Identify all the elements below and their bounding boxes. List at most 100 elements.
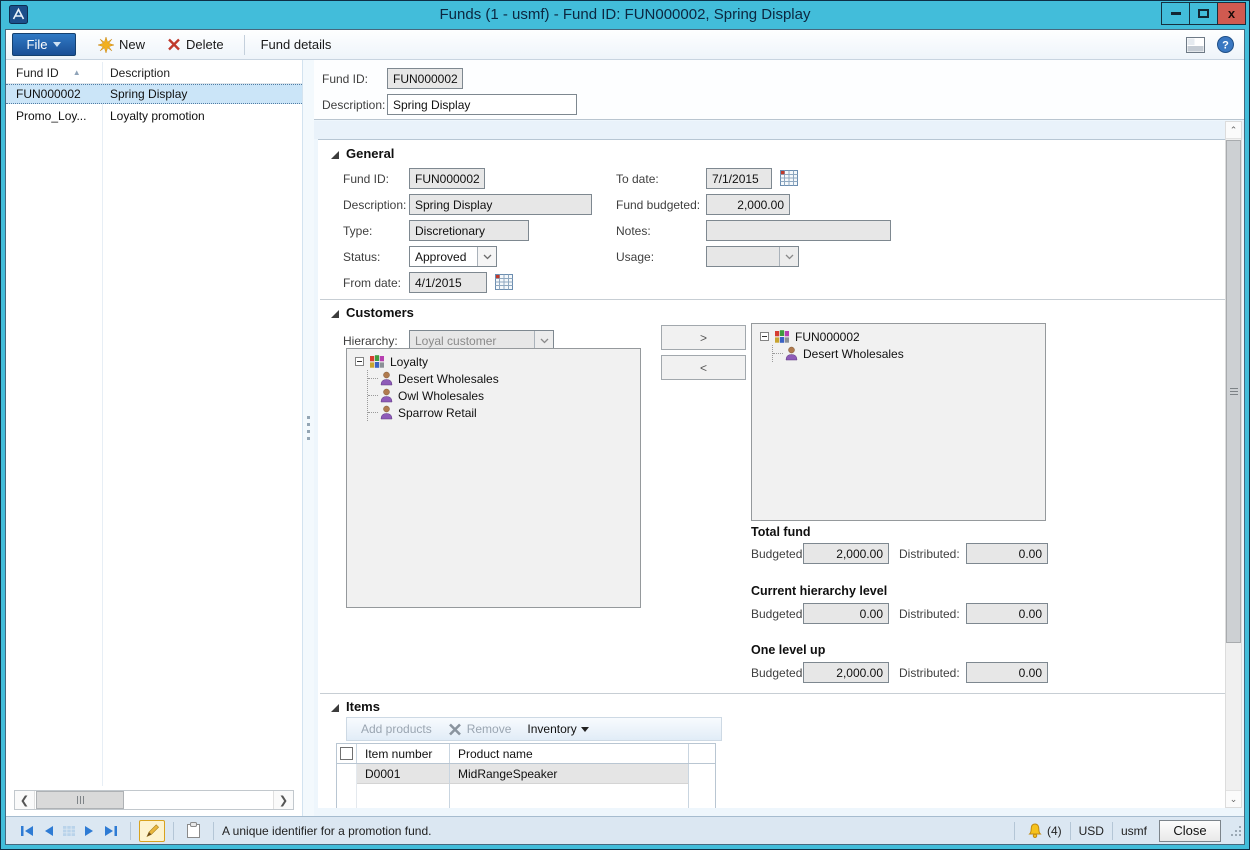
close-window-button[interactable]: x — [1217, 2, 1246, 25]
column-header-item-number[interactable]: Item number — [357, 744, 450, 763]
previous-record-button[interactable] — [42, 825, 54, 837]
item-number-cell: D0001 — [357, 764, 450, 784]
fund-budgeted-label: Fund budgeted: — [616, 198, 700, 212]
extra-cell — [689, 764, 715, 784]
toolbar: File New Delete Fund details — [6, 30, 1244, 60]
layout-pane-icon[interactable] — [1186, 37, 1205, 53]
delete-x-icon — [167, 38, 181, 51]
general-description-label: Description: — [343, 198, 406, 212]
edit-mode-button[interactable] — [139, 820, 165, 842]
chevron-down-icon[interactable] — [477, 247, 496, 266]
file-menu-label: File — [27, 37, 48, 52]
delete-button[interactable]: Delete — [167, 37, 224, 52]
description-field[interactable]: Spring Display — [387, 94, 577, 115]
remove-label: Remove — [467, 722, 512, 736]
svg-text:?: ? — [1222, 40, 1229, 52]
fund-id-label: Fund ID: — [322, 72, 368, 86]
one-level-up-title: One level up — [751, 643, 825, 657]
panel-splitter[interactable] — [302, 60, 314, 816]
maximize-button[interactable] — [1189, 2, 1218, 25]
minimize-icon — [1171, 12, 1181, 15]
chevron-down-icon — [581, 727, 589, 732]
clipboard-icon — [186, 822, 201, 839]
minimize-button[interactable] — [1161, 2, 1190, 25]
close-form-button[interactable]: Close — [1159, 820, 1221, 842]
scroll-down-arrow[interactable]: ⌄ — [1226, 790, 1241, 807]
hierarchy-group-icon — [774, 330, 790, 344]
row-select-cell — [337, 784, 357, 808]
attachments-button[interactable] — [186, 822, 201, 839]
person-icon — [380, 371, 393, 386]
first-record-button[interactable] — [20, 825, 34, 837]
scroll-up-arrow[interactable]: ⌃ — [1226, 122, 1241, 139]
fund-list-row-selected[interactable]: FUN000002 Spring Display — [6, 84, 302, 104]
tree-node-customer[interactable]: Sparrow Retail — [368, 404, 640, 421]
horizontal-scroll-thumb[interactable] — [36, 791, 124, 809]
help-icon[interactable]: ? — [1217, 36, 1234, 53]
select-all-checkbox[interactable] — [340, 747, 353, 760]
from-date-field: 4/1/2015 — [409, 272, 487, 293]
tree-node-root[interactable]: Loyalty — [355, 353, 640, 370]
notification-count: (4) — [1047, 824, 1062, 838]
collapse-icon[interactable] — [760, 332, 769, 341]
title-bar: Funds (1 - usmf) - Fund ID: FUN000002, S… — [1, 1, 1249, 29]
pencil-icon — [144, 823, 160, 839]
notes-label: Notes: — [616, 224, 651, 238]
resize-grip[interactable] — [1231, 826, 1241, 836]
budgeted-label: Budgeted: — [751, 547, 806, 561]
new-label: New — [119, 37, 145, 52]
section-general[interactable]: General — [331, 146, 394, 161]
vertical-scrollbar[interactable]: ⌃ ⌄ — [1225, 121, 1242, 808]
customer-name: Sparrow Retail — [398, 406, 477, 420]
currency-indicator[interactable]: USD — [1079, 824, 1104, 838]
person-icon — [380, 405, 393, 420]
vertical-scroll-thumb[interactable] — [1226, 140, 1241, 643]
section-items[interactable]: Items — [331, 699, 380, 714]
column-header-description[interactable]: Description — [102, 62, 302, 83]
horizontal-scrollbar[interactable]: ❮ ❯ — [14, 790, 294, 810]
budgeted-label: Budgeted: — [751, 666, 806, 680]
tree-node-customer[interactable]: Owl Wholesales — [368, 387, 640, 404]
new-button[interactable]: New — [98, 37, 145, 53]
calendar-icon[interactable] — [495, 274, 513, 290]
file-menu-button[interactable]: File — [12, 33, 76, 56]
move-left-button[interactable]: < — [661, 355, 746, 380]
description-cell: Loyalty promotion — [102, 109, 302, 123]
items-grid-empty-row[interactable] — [337, 784, 715, 808]
fund-id-cell: Promo_Loy... — [6, 109, 102, 123]
status-combobox[interactable]: Approved — [409, 246, 497, 267]
section-customers-label: Customers — [346, 305, 414, 320]
items-grid: Item number Product name D0001 MidRangeS… — [336, 743, 716, 808]
column-header-fund-id[interactable]: Fund ID ▲ — [6, 62, 102, 83]
fund-list-row[interactable]: Promo_Loy... Loyalty promotion — [6, 106, 302, 126]
scroll-right-arrow[interactable]: ❯ — [273, 791, 293, 809]
tree-node-customer[interactable]: Desert Wholesales — [368, 370, 640, 387]
grid-view-icon[interactable] — [62, 825, 76, 837]
section-expanded-icon — [331, 704, 339, 712]
next-record-button[interactable] — [84, 825, 96, 837]
app-window: Funds (1 - usmf) - Fund ID: FUN000002, S… — [0, 0, 1250, 850]
collapse-icon[interactable] — [355, 357, 364, 366]
toolbar-separator — [244, 35, 245, 55]
row-select-cell[interactable] — [337, 764, 357, 784]
calendar-icon[interactable] — [780, 170, 798, 186]
tree-node-customer[interactable]: Desert Wholesales — [773, 345, 1045, 362]
fund-details-button[interactable]: Fund details — [261, 37, 332, 52]
tree-node-root[interactable]: FUN000002 — [760, 328, 1045, 345]
scroll-left-arrow[interactable]: ❮ — [15, 791, 35, 809]
tree-root-label: FUN000002 — [795, 330, 860, 344]
move-right-button[interactable]: > — [661, 325, 746, 350]
person-icon — [380, 388, 393, 403]
statusbar-separator — [1014, 822, 1015, 840]
notifications-button[interactable] — [1027, 823, 1043, 839]
general-from-date-label: From date: — [343, 276, 401, 290]
section-customers[interactable]: Customers — [331, 305, 414, 320]
general-status-label: Status: — [343, 250, 380, 264]
last-record-button[interactable] — [104, 825, 118, 837]
fund-list-grid: Fund ID ▲ Description FUN000002 Spring D… — [6, 60, 302, 816]
available-customers-tree: Loyalty Desert Wholesales — [346, 348, 641, 608]
column-header-product-name[interactable]: Product name — [450, 744, 689, 763]
items-grid-row[interactable]: D0001 MidRangeSpeaker — [337, 764, 715, 784]
inventory-menu-button[interactable]: Inventory — [527, 722, 588, 736]
company-indicator[interactable]: usmf — [1121, 824, 1147, 838]
